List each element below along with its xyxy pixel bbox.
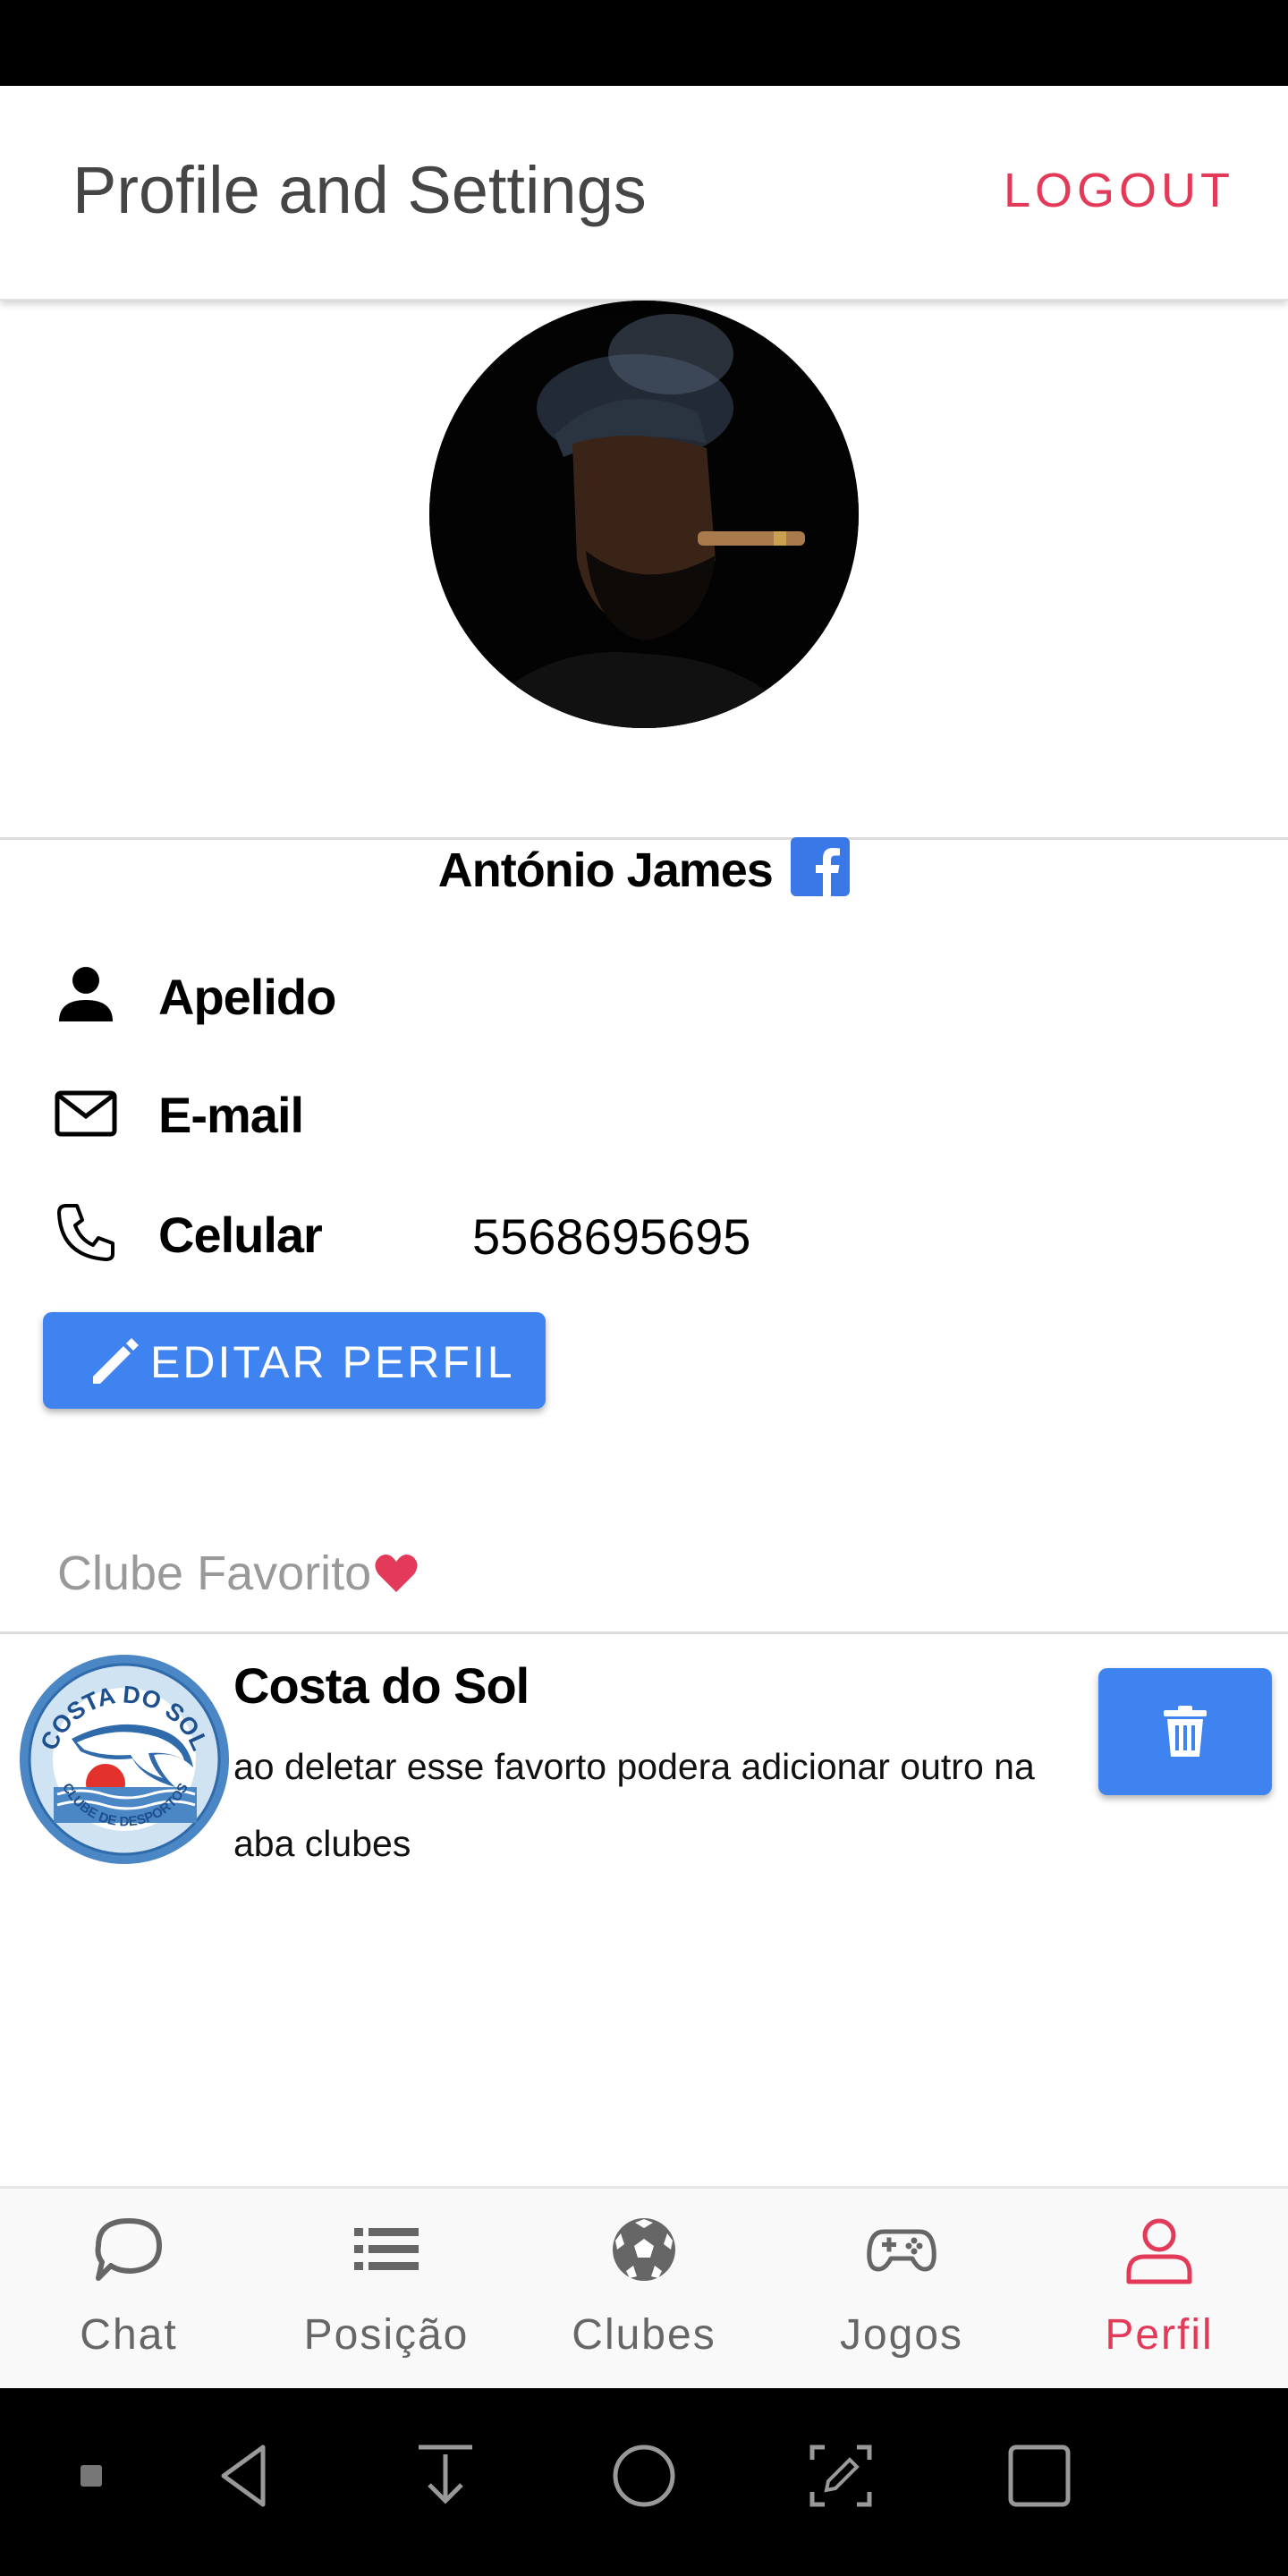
favorite-club-title-text: Clube Favorito: [57, 1546, 372, 1600]
heart-icon: [375, 1554, 418, 1592]
club-name: Costa do Sol: [233, 1657, 530, 1714]
nav-clubes-label: Clubes: [572, 2311, 716, 2359]
facebook-icon: [791, 837, 851, 896]
nav-posicao[interactable]: Posição: [258, 2189, 515, 2391]
phone-value: 5568695695: [472, 1208, 751, 1265]
nickname-row: Apelido: [0, 948, 1288, 1038]
person-icon: [59, 967, 113, 1021]
page-title: Profile and Settings: [72, 153, 647, 227]
nav-chat[interactable]: Chat: [0, 2189, 258, 2391]
soccer-ball-icon: [613, 2218, 675, 2281]
list-icon: [354, 2228, 419, 2270]
section-divider: [0, 837, 1288, 840]
chat-icon: [95, 2218, 162, 2281]
nav-clubes[interactable]: Clubes: [515, 2189, 773, 2391]
recents-icon[interactable]: [1004, 2440, 1075, 2512]
favorite-divider: [0, 1631, 1288, 1634]
delete-favorite-button[interactable]: [1098, 1668, 1272, 1795]
nav-chat-label: Chat: [80, 2311, 178, 2359]
nav-jogos[interactable]: Jogos: [773, 2189, 1030, 2391]
profile-name: António James: [437, 843, 774, 897]
nickname-label: Apelido: [158, 969, 336, 1025]
profile-name-row: António James: [0, 837, 1288, 912]
app-header: Profile and Settings LOGOUT: [0, 86, 1288, 301]
edit-profile-button[interactable]: EDITAR PERFIL: [43, 1312, 546, 1409]
avatar[interactable]: [429, 301, 859, 728]
bottom-nav: Chat Posição Clubes Jogos Perfil: [0, 2186, 1288, 2388]
logout-button[interactable]: LOGOUT: [1004, 163, 1234, 218]
home-icon[interactable]: [608, 2440, 680, 2512]
trash-icon: [1164, 1706, 1207, 1757]
pencil-icon: [93, 1338, 139, 1384]
screenshot-edit-icon[interactable]: [805, 2440, 877, 2512]
person-outline-icon: [1126, 2218, 1192, 2284]
phone-icon: [57, 1204, 114, 1261]
phone-label: Celular: [158, 1207, 323, 1263]
download-icon[interactable]: [410, 2440, 481, 2512]
club-description: ao deletar esse favorto podera adicionar…: [233, 1746, 1035, 1864]
email-label: E-mail: [158, 1087, 304, 1143]
nav-perfil-label: Perfil: [1105, 2311, 1214, 2359]
system-nav-bar: [0, 2388, 1288, 2576]
status-bar: [0, 0, 1288, 86]
back-icon[interactable]: [211, 2440, 283, 2512]
mail-icon: [55, 1090, 117, 1137]
nav-perfil[interactable]: Perfil: [1030, 2189, 1288, 2391]
edit-profile-label: EDITAR PERFIL: [150, 1337, 515, 1387]
nav-jogos-label: Jogos: [839, 2311, 964, 2359]
phone-row: Celular 5568695695: [0, 1186, 1288, 1275]
gamepad-icon: [867, 2229, 936, 2272]
club-logo: COSTA DO SOL CLUBE DE DESPORTOS: [18, 1653, 231, 1866]
nav-posicao-label: Posição: [303, 2311, 470, 2359]
dot-icon[interactable]: [55, 2440, 127, 2512]
favorite-club-title: Clube Favorito: [57, 1546, 419, 1601]
email-row: E-mail: [0, 1066, 1288, 1156]
